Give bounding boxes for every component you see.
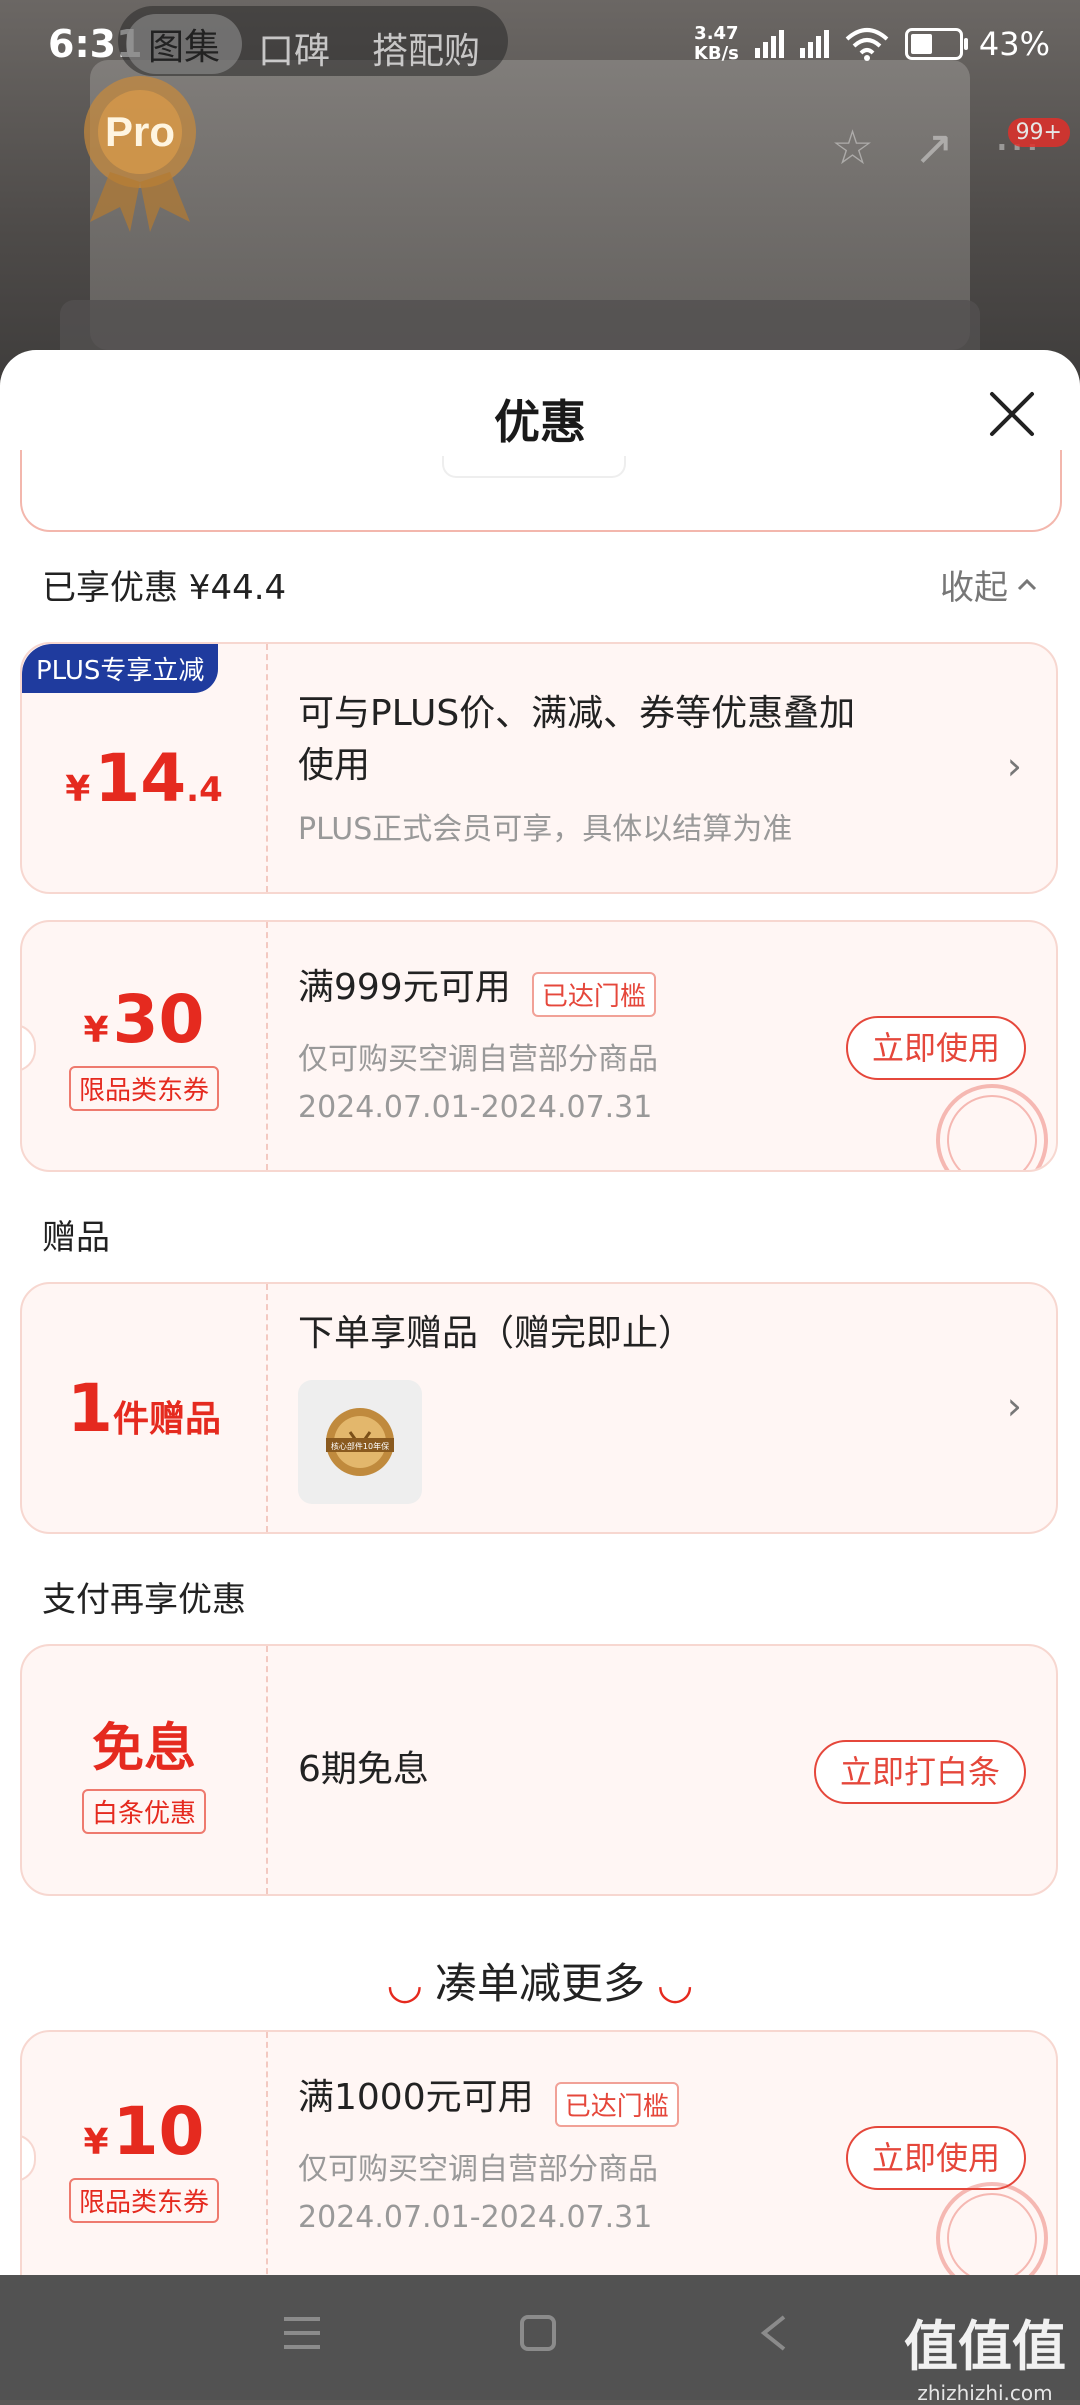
coupon-condition-row: 满1000元可用 已达门槛 <box>298 2072 679 2127</box>
pay-section-title: 支付再享优惠 <box>42 1580 246 1620</box>
chevron-right-icon[interactable]: › <box>1007 744 1022 788</box>
tab-gallery[interactable]: 图集 <box>126 14 243 74</box>
coupon-amount: ¥ 30 <box>83 981 205 1058</box>
baitiao-card: 免息 白条优惠 6期免息 立即打白条 <box>20 1644 1058 1896</box>
wifi-icon <box>845 28 889 61</box>
gift-info: 下单享赠品（赠完即止） 核心部件10年保 <box>298 1284 1026 1532</box>
baitiao-pay-button[interactable]: 立即打白条 <box>813 1740 1026 1804</box>
coupon-condition: 满999元可用 <box>298 967 511 1008</box>
enjoyed-discount-label: 已享优惠 ¥44.4 <box>42 568 287 608</box>
use-now-button[interactable]: 立即使用 <box>845 1016 1026 1080</box>
gift-card[interactable]: 1 件赠品 下单享赠品（赠完即止） 核心部件10年保 › <box>20 1282 1058 1534</box>
svg-text:Pro: Pro <box>105 108 175 155</box>
status-bar: 6:31 图集 口碑 搭配购 3.47 KB/s 43% <box>0 0 1080 100</box>
share-icon: ↗ <box>914 120 955 176</box>
received-stamp-icon <box>936 1084 1048 1170</box>
baitiao-block: 免息 白条优惠 <box>22 1646 268 1894</box>
gift-image[interactable]: 核心部件10年保 <box>298 1380 422 1504</box>
installment-desc: 6期免息 <box>298 1749 429 1790</box>
plus-desc-block: 可与PLUS价、满减、券等优惠叠加使用 PLUS正式会员可享，具体以结算为准 <box>298 644 1026 892</box>
star-icon: ☆ <box>830 120 874 176</box>
gift-count: 1 件赠品 <box>67 1369 221 1447</box>
plus-desc: 可与PLUS价、满减、券等优惠叠加使用 <box>298 693 856 786</box>
chevron-right-icon[interactable]: › <box>1007 1384 1022 1428</box>
smile-icon: ◡ <box>659 1959 692 2008</box>
smile-icon: ◡ <box>388 1959 421 2008</box>
coupon-scope: 仅可购买空调自营部分商品 <box>298 2152 658 2187</box>
close-icon[interactable] <box>984 386 1040 442</box>
net-speed: 3.47 KB/s <box>693 23 739 64</box>
more-discount-banner: ◡ 凑单减更多 ◡ <box>388 1959 692 2008</box>
coupon-card: ¥ 10 限品类东券 满1000元可用 已达门槛 仅可购买空调自营部分商品 20… <box>20 2030 1058 2275</box>
coupon-scope: 仅可购买空调自营部分商品 <box>298 1042 658 1077</box>
discount-sheet: 优惠 已享优惠 ¥44.4 收起 PLUS专享立减 ¥ 14 .4 可与PLUS… <box>0 350 1080 2275</box>
signal-icon-2 <box>799 30 829 58</box>
home-icon[interactable] <box>518 2313 558 2353</box>
threshold-reached-badge: 已达门槛 <box>554 2082 679 2127</box>
enjoyed-row: 已享优惠 ¥44.4 收起 <box>42 560 1038 609</box>
interest-free-title: 免息 <box>91 1719 196 1779</box>
plus-amount-block: ¥ 14 .4 <box>22 644 268 892</box>
gallery-tabs: 图集 口碑 搭配购 <box>118 6 508 76</box>
battery-level: 43% <box>978 25 1050 63</box>
plus-note: PLUS正式会员可享，具体以结算为准 <box>298 812 793 847</box>
sheet-title: 优惠 <box>494 395 586 449</box>
received-stamp-icon <box>936 2182 1048 2275</box>
coupon-dates: 2024.07.01-2024.07.31 <box>298 1090 653 1125</box>
coupon-card: ¥ 30 限品类东券 满999元可用 已达门槛 仅可购买空调自营部分商品 202… <box>20 920 1058 1172</box>
gift-medal-icon: 核心部件10年保 <box>326 1408 394 1476</box>
signal-icon <box>754 30 784 58</box>
plus-amount: ¥ 14 .4 <box>65 739 223 817</box>
tab-reviews[interactable]: 口碑 <box>258 22 330 74</box>
coupon-amount-block: ¥ 30 限品类东券 <box>22 922 268 1170</box>
gift-section-title: 赠品 <box>42 1218 110 1258</box>
back-icon[interactable] <box>756 2313 792 2353</box>
menu-icon[interactable] <box>280 2313 324 2353</box>
status-indicators: 3.47 KB/s 43% <box>694 24 1050 64</box>
chevron-up-icon <box>1017 578 1037 590</box>
message-count-badge: 99+ <box>1007 118 1070 147</box>
baitiao-tag: 白条优惠 <box>81 1789 206 1834</box>
coupon-type-tag: 限品类东券 <box>68 2178 219 2223</box>
battery-icon <box>904 28 968 60</box>
gift-count-block: 1 件赠品 <box>22 1284 268 1532</box>
collapse-button[interactable]: 收起 <box>940 560 1038 609</box>
partial-card-above <box>20 450 1062 532</box>
coupon-dates: 2024.07.01-2024.07.31 <box>298 2200 653 2235</box>
coupon-condition-row: 满999元可用 已达门槛 <box>298 962 656 1017</box>
watermark: 值值值 zhizhizhi.com <box>904 2315 1066 2405</box>
coupon-condition: 满1000元可用 <box>298 2077 534 2118</box>
plus-discount-card[interactable]: PLUS专享立减 ¥ 14 .4 可与PLUS价、满减、券等优惠叠加使用 PLU… <box>20 642 1058 894</box>
threshold-reached-badge: 已达门槛 <box>531 972 656 1017</box>
svg-text:核心部件10年保: 核心部件10年保 <box>331 1441 389 1451</box>
coupon-amount-block: ¥ 10 限品类东券 <box>22 2032 268 2275</box>
gift-desc: 下单享赠品（赠完即止） <box>298 1313 695 1354</box>
coupon-amount: ¥ 10 <box>83 2093 205 2170</box>
coupon-type-tag: 限品类东券 <box>68 1066 219 1111</box>
tab-bundle[interactable]: 搭配购 <box>372 22 480 74</box>
